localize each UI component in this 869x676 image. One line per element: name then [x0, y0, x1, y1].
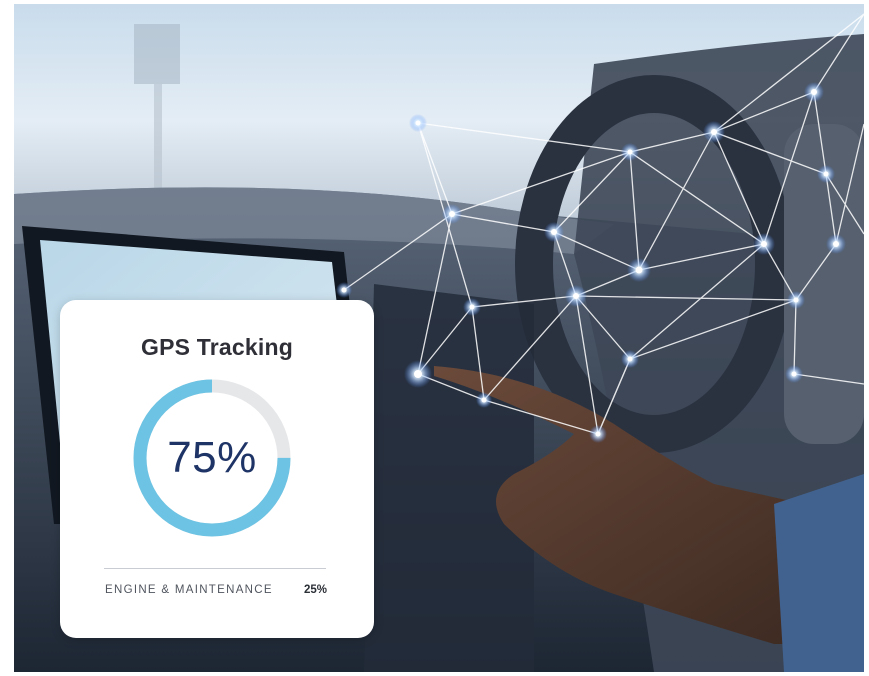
stat-label: ENGINE & MAINTENANCE — [105, 584, 273, 596]
gps-tracking-card: GPS Tracking 75% ENGINE & MAINTENANCE 25… — [60, 300, 374, 638]
divider — [104, 568, 326, 569]
progress-value: 75% — [167, 433, 257, 482]
stat-value: 25% — [303, 584, 327, 596]
hero-image: GPS Tracking 75% ENGINE & MAINTENANCE 25… — [14, 4, 864, 672]
card-title: GPS Tracking — [141, 334, 293, 360]
